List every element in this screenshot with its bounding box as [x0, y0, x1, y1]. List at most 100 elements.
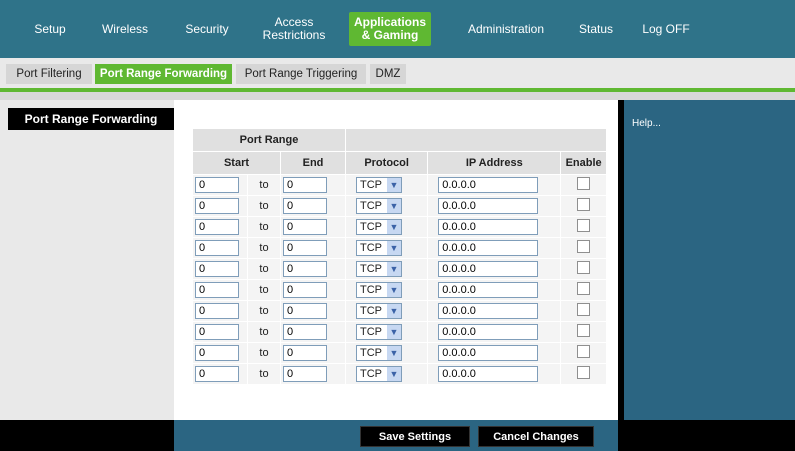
chevron-down-icon[interactable]: ▼: [387, 262, 401, 276]
protocol-select[interactable]: TCP ▼: [356, 177, 402, 193]
chevron-down-icon[interactable]: ▼: [387, 241, 401, 255]
tab-port-filtering[interactable]: Port Filtering: [6, 64, 92, 84]
ip-address-input[interactable]: [438, 366, 539, 382]
enable-checkbox[interactable]: [577, 345, 591, 358]
enable-checkbox[interactable]: [577, 303, 591, 316]
protocol-value: TCP: [360, 305, 382, 317]
chevron-down-icon[interactable]: ▼: [387, 346, 401, 360]
ip-cell: [427, 195, 562, 217]
chevron-down-icon[interactable]: ▼: [387, 178, 401, 192]
start-port-input[interactable]: [195, 324, 239, 340]
protocol-value: TCP: [360, 200, 382, 212]
end-port-input[interactable]: [283, 303, 327, 319]
ip-address-input[interactable]: [438, 303, 539, 319]
table-row: to TCP ▼: [192, 300, 607, 322]
protocol-select[interactable]: TCP ▼: [356, 282, 402, 298]
save-settings-button[interactable]: Save Settings: [360, 426, 470, 447]
tab-dmz[interactable]: DMZ: [370, 64, 406, 84]
enable-checkbox[interactable]: [577, 198, 591, 211]
to-cell: to: [247, 216, 281, 238]
chevron-down-icon[interactable]: ▼: [387, 367, 401, 381]
protocol-cell: TCP ▼: [344, 174, 429, 196]
chevron-down-icon[interactable]: ▼: [387, 283, 401, 297]
start-port-input[interactable]: [195, 282, 239, 298]
end-port-input[interactable]: [283, 198, 327, 214]
end-port-input[interactable]: [283, 282, 327, 298]
protocol-select[interactable]: TCP ▼: [356, 261, 402, 277]
ip-address-input[interactable]: [438, 345, 539, 361]
to-cell: to: [247, 237, 281, 259]
nav-administration[interactable]: Administration: [456, 0, 556, 58]
nav-setup[interactable]: Setup: [20, 0, 80, 58]
protocol-select[interactable]: TCP ▼: [356, 345, 402, 361]
enable-checkbox[interactable]: [577, 282, 591, 295]
end-port-input[interactable]: [283, 261, 327, 277]
enable-checkbox[interactable]: [577, 240, 591, 253]
tab-port-range-forwarding[interactable]: Port Range Forwarding: [95, 64, 232, 84]
end-port-input[interactable]: [283, 177, 327, 193]
start-cell: [192, 237, 248, 259]
start-port-input[interactable]: [195, 219, 239, 235]
end-cell: [280, 300, 346, 322]
start-port-input[interactable]: [195, 345, 239, 361]
top-nav: Setup Wireless Security Access Restrictio…: [0, 0, 795, 58]
nav-status[interactable]: Status: [572, 0, 620, 58]
ip-address-input[interactable]: [438, 324, 539, 340]
chevron-down-icon[interactable]: ▼: [387, 220, 401, 234]
ip-address-input[interactable]: [438, 198, 539, 214]
enable-cell: [560, 342, 607, 364]
to-cell: to: [247, 300, 281, 322]
protocol-value: TCP: [360, 242, 382, 254]
protocol-select[interactable]: TCP ▼: [356, 198, 402, 214]
to-label: to: [259, 368, 269, 380]
table-row: to TCP ▼: [192, 342, 607, 364]
start-port-input[interactable]: [195, 177, 239, 193]
tab-port-range-triggering[interactable]: Port Range Triggering: [236, 64, 366, 84]
chevron-down-icon[interactable]: ▼: [387, 325, 401, 339]
enable-checkbox[interactable]: [577, 324, 591, 337]
enable-checkbox[interactable]: [577, 219, 591, 232]
nav-security[interactable]: Security: [176, 0, 238, 58]
ip-address-input[interactable]: [438, 282, 539, 298]
protocol-select[interactable]: TCP ▼: [356, 240, 402, 256]
ip-address-input[interactable]: [438, 261, 539, 277]
end-port-input[interactable]: [283, 240, 327, 256]
chevron-down-icon[interactable]: ▼: [387, 199, 401, 213]
start-port-input[interactable]: [195, 366, 239, 382]
start-cell: [192, 216, 248, 238]
end-port-input[interactable]: [283, 324, 327, 340]
nav-access-restrictions[interactable]: Access Restrictions: [254, 0, 334, 58]
nav-log-off[interactable]: Log OFF: [638, 0, 694, 58]
start-port-input[interactable]: [195, 261, 239, 277]
ip-cell: [427, 363, 562, 385]
end-cell: [280, 258, 346, 280]
protocol-select[interactable]: TCP ▼: [356, 219, 402, 235]
column-header-start: Start: [192, 151, 281, 175]
protocol-select[interactable]: TCP ▼: [356, 324, 402, 340]
to-cell: to: [247, 342, 281, 364]
ip-address-input[interactable]: [438, 219, 539, 235]
end-port-input[interactable]: [283, 345, 327, 361]
enable-checkbox[interactable]: [577, 366, 591, 379]
nav-wireless[interactable]: Wireless: [90, 0, 160, 58]
protocol-select[interactable]: TCP ▼: [356, 366, 402, 382]
nav-applications-gaming[interactable]: Applications & Gaming: [349, 12, 431, 46]
cancel-changes-button[interactable]: Cancel Changes: [478, 426, 594, 447]
chevron-down-icon[interactable]: ▼: [387, 304, 401, 318]
ip-address-input[interactable]: [438, 240, 539, 256]
end-cell: [280, 174, 346, 196]
protocol-select[interactable]: TCP ▼: [356, 303, 402, 319]
enable-checkbox[interactable]: [577, 177, 591, 190]
start-port-input[interactable]: [195, 240, 239, 256]
protocol-cell: TCP ▼: [344, 279, 429, 301]
start-port-input[interactable]: [195, 198, 239, 214]
start-port-input[interactable]: [195, 303, 239, 319]
protocol-value: TCP: [360, 368, 382, 380]
enable-checkbox[interactable]: [577, 261, 591, 274]
help-link[interactable]: Help...: [632, 118, 661, 129]
ip-cell: [427, 174, 562, 196]
ip-address-input[interactable]: [438, 177, 539, 193]
end-port-input[interactable]: [283, 219, 327, 235]
end-port-input[interactable]: [283, 366, 327, 382]
table-row: to TCP ▼: [192, 279, 607, 301]
